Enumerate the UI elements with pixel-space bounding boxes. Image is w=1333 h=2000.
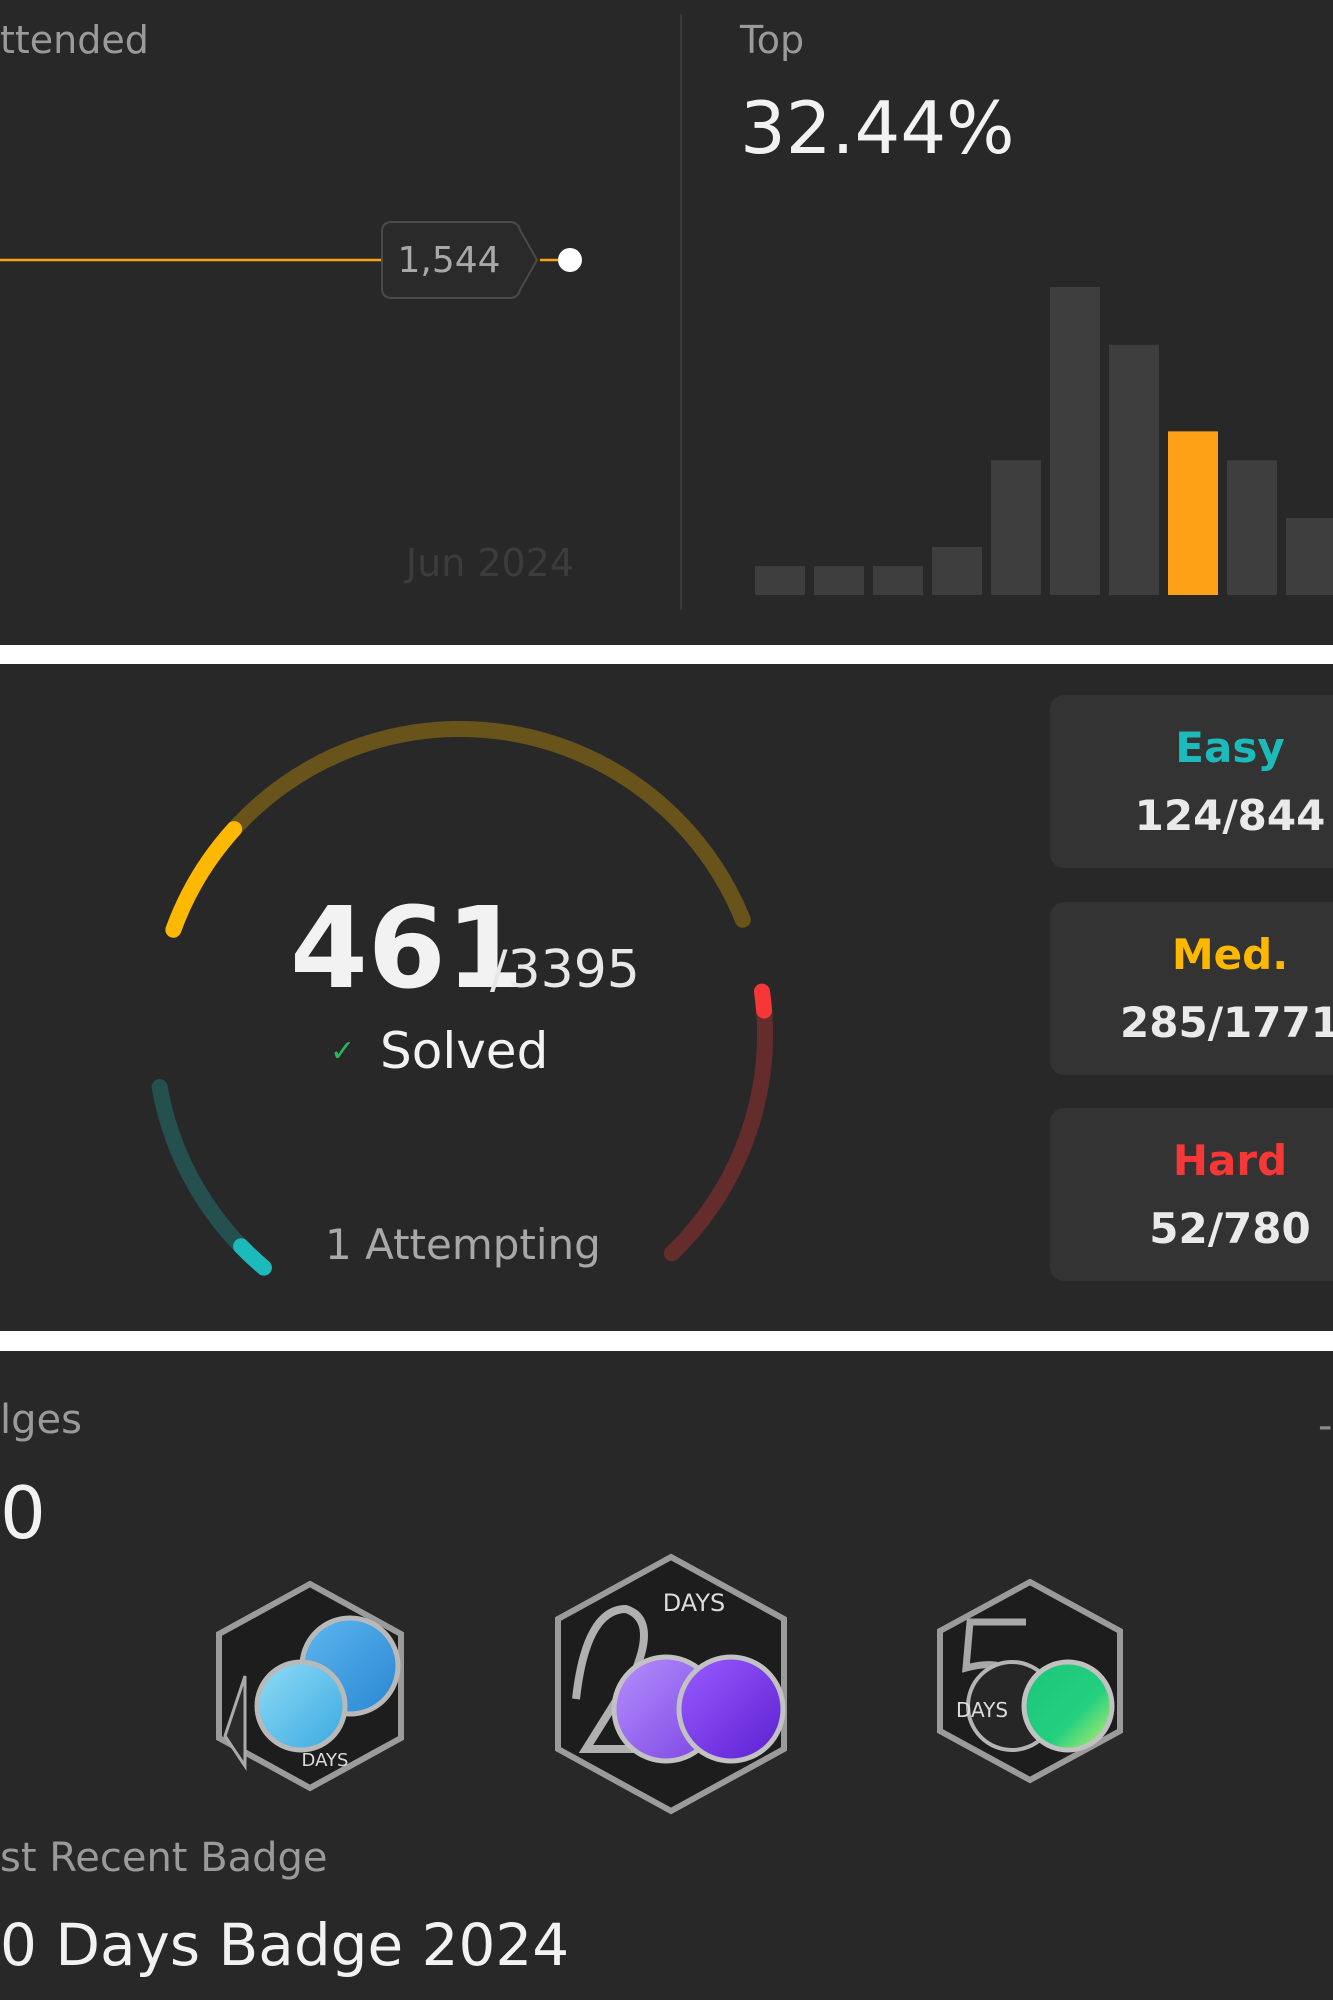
top-label: Top (740, 18, 805, 62)
histogram-bar[interactable] (814, 566, 864, 595)
badge-days-text: DAYS (663, 1589, 726, 1617)
histogram-bar[interactable] (1227, 460, 1277, 595)
histogram-bar[interactable] (1050, 287, 1100, 595)
month-axis-label: Jun 2024 (404, 541, 574, 585)
hard-arc-track (663, 983, 773, 1262)
solved-count: 461 (290, 884, 524, 1014)
rating-point[interactable] (558, 248, 582, 272)
histogram-bar[interactable] (873, 566, 923, 595)
badge-days-text: DAYS (302, 1750, 349, 1771)
badges-panel: lges 0 - DAYS DAYS DAYS st Recent Badge … (0, 1351, 1333, 2000)
rating-tooltip-value: 1,544 (397, 240, 500, 281)
hard-value: 52/780 (1149, 1204, 1311, 1253)
badges-count: 0 (0, 1471, 46, 1555)
histogram-bar[interactable] (1109, 344, 1159, 595)
more-arrow-icon[interactable]: - (1318, 1403, 1332, 1449)
histogram-bar[interactable] (755, 566, 805, 595)
easy-arc-track (151, 1079, 272, 1276)
200-days-badge-icon[interactable]: DAYS (546, 1549, 796, 1819)
medium-arc-progress (165, 821, 243, 938)
histogram-bar-highlighted[interactable] (1168, 431, 1218, 595)
easy-stat-card[interactable]: Easy 124/844 (1050, 695, 1333, 868)
panel-divider (680, 14, 682, 610)
histogram-bar[interactable] (991, 460, 1041, 595)
100-days-badge-icon[interactable]: DAYS (205, 1576, 415, 1796)
histogram-bar[interactable] (932, 546, 982, 595)
easy-label: Easy (1175, 723, 1285, 772)
medium-label: Med. (1171, 930, 1289, 979)
check-icon: ✓ (330, 1034, 356, 1069)
contest-rating-panel: ttended 1,544 Jun 2024 Top 32.44% (0, 0, 1333, 645)
badges-label: lges (0, 1397, 82, 1443)
top-percentage: 32.44% (740, 86, 1015, 170)
histogram-bar[interactable] (1286, 518, 1333, 595)
easy-arc-progress (233, 1238, 272, 1276)
recent-badge-name: 0 Days Badge 2024 (0, 1911, 570, 1979)
problems-solved-panel: 461 /3395 ✓ Solved 1 Attempting Easy 124… (0, 664, 1333, 1331)
badge-days-text: DAYS (956, 1698, 1008, 1722)
hard-arc-progress (754, 983, 773, 1019)
medium-stat-card[interactable]: Med. 285/1771 (1050, 902, 1333, 1075)
attempting-label: 1 Attempting (325, 1220, 601, 1269)
total-count: /3395 (490, 940, 640, 1000)
easy-value: 124/844 (1134, 791, 1326, 840)
contest-histogram (755, 287, 1333, 595)
recent-badge-label: st Recent Badge (0, 1835, 328, 1881)
medium-value: 285/1771 (1120, 998, 1333, 1047)
hard-stat-card[interactable]: Hard 52/780 (1050, 1108, 1333, 1281)
50-days-badge-icon[interactable]: DAYS (930, 1576, 1130, 1786)
solved-label: Solved (380, 1022, 549, 1080)
rating-line-chart: 1,544 Jun 2024 (0, 221, 582, 585)
hard-label: Hard (1172, 1136, 1288, 1185)
